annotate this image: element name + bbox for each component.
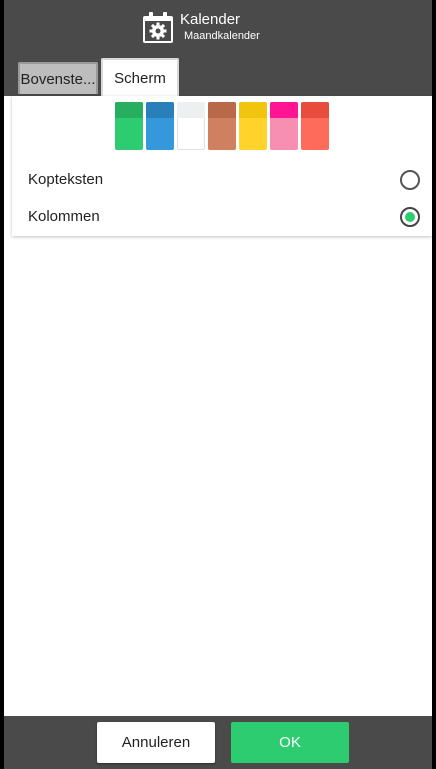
- radio-kolommen[interactable]: [400, 207, 420, 227]
- swatch-white-top: [177, 102, 205, 118]
- swatch-pink[interactable]: [270, 102, 298, 150]
- swatch-blue[interactable]: [146, 102, 174, 150]
- ok-button[interactable]: OK: [231, 722, 349, 763]
- bottom-bar: Annuleren OK: [4, 716, 432, 769]
- radio-selected-dot: [405, 212, 415, 222]
- color-swatches: [115, 102, 329, 150]
- swatch-yellow[interactable]: [239, 102, 267, 150]
- swatch-brown[interactable]: [208, 102, 236, 150]
- app-title: Kalender: [180, 11, 241, 28]
- option-kolommen[interactable]: Kolommen: [12, 199, 432, 235]
- cancel-button[interactable]: Annuleren: [97, 722, 215, 763]
- radio-kopteksten[interactable]: [400, 170, 420, 190]
- calendar-settings-icon: [140, 10, 176, 46]
- swatch-red-top: [301, 102, 329, 118]
- option-kolommen-label: Kolommen: [28, 208, 100, 225]
- swatch-white[interactable]: [177, 102, 205, 150]
- swatch-blue-top: [146, 102, 174, 118]
- settings-panel: Kopteksten Kolommen: [12, 96, 432, 236]
- swatch-green-top: [115, 102, 143, 118]
- tab-bovenste[interactable]: Bovenste...: [18, 62, 98, 94]
- swatch-yellow-top: [239, 102, 267, 118]
- option-kopteksten[interactable]: Kopteksten: [12, 162, 432, 198]
- header: Kalender Maandkalender: [4, 6, 432, 50]
- swatch-green[interactable]: [115, 102, 143, 150]
- app-window: Kalender Maandkalender Bovenste... Scher…: [4, 0, 432, 769]
- option-kopteksten-label: Kopteksten: [28, 171, 104, 188]
- app-subtitle: Maandkalender: [184, 30, 260, 42]
- swatch-brown-top: [208, 102, 236, 118]
- swatch-red[interactable]: [301, 102, 329, 150]
- tab-scherm[interactable]: Scherm: [101, 58, 179, 96]
- swatch-pink-top: [270, 102, 298, 118]
- top-bar: Kalender Maandkalender Bovenste... Scher…: [4, 0, 432, 96]
